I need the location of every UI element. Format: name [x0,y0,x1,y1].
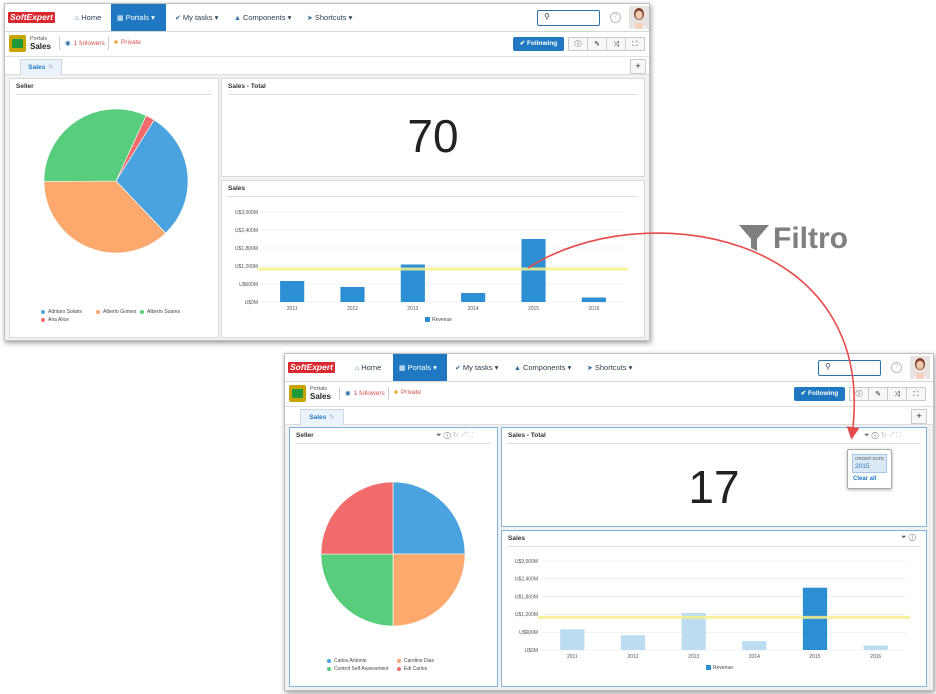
filter-arrow [527,232,860,440]
